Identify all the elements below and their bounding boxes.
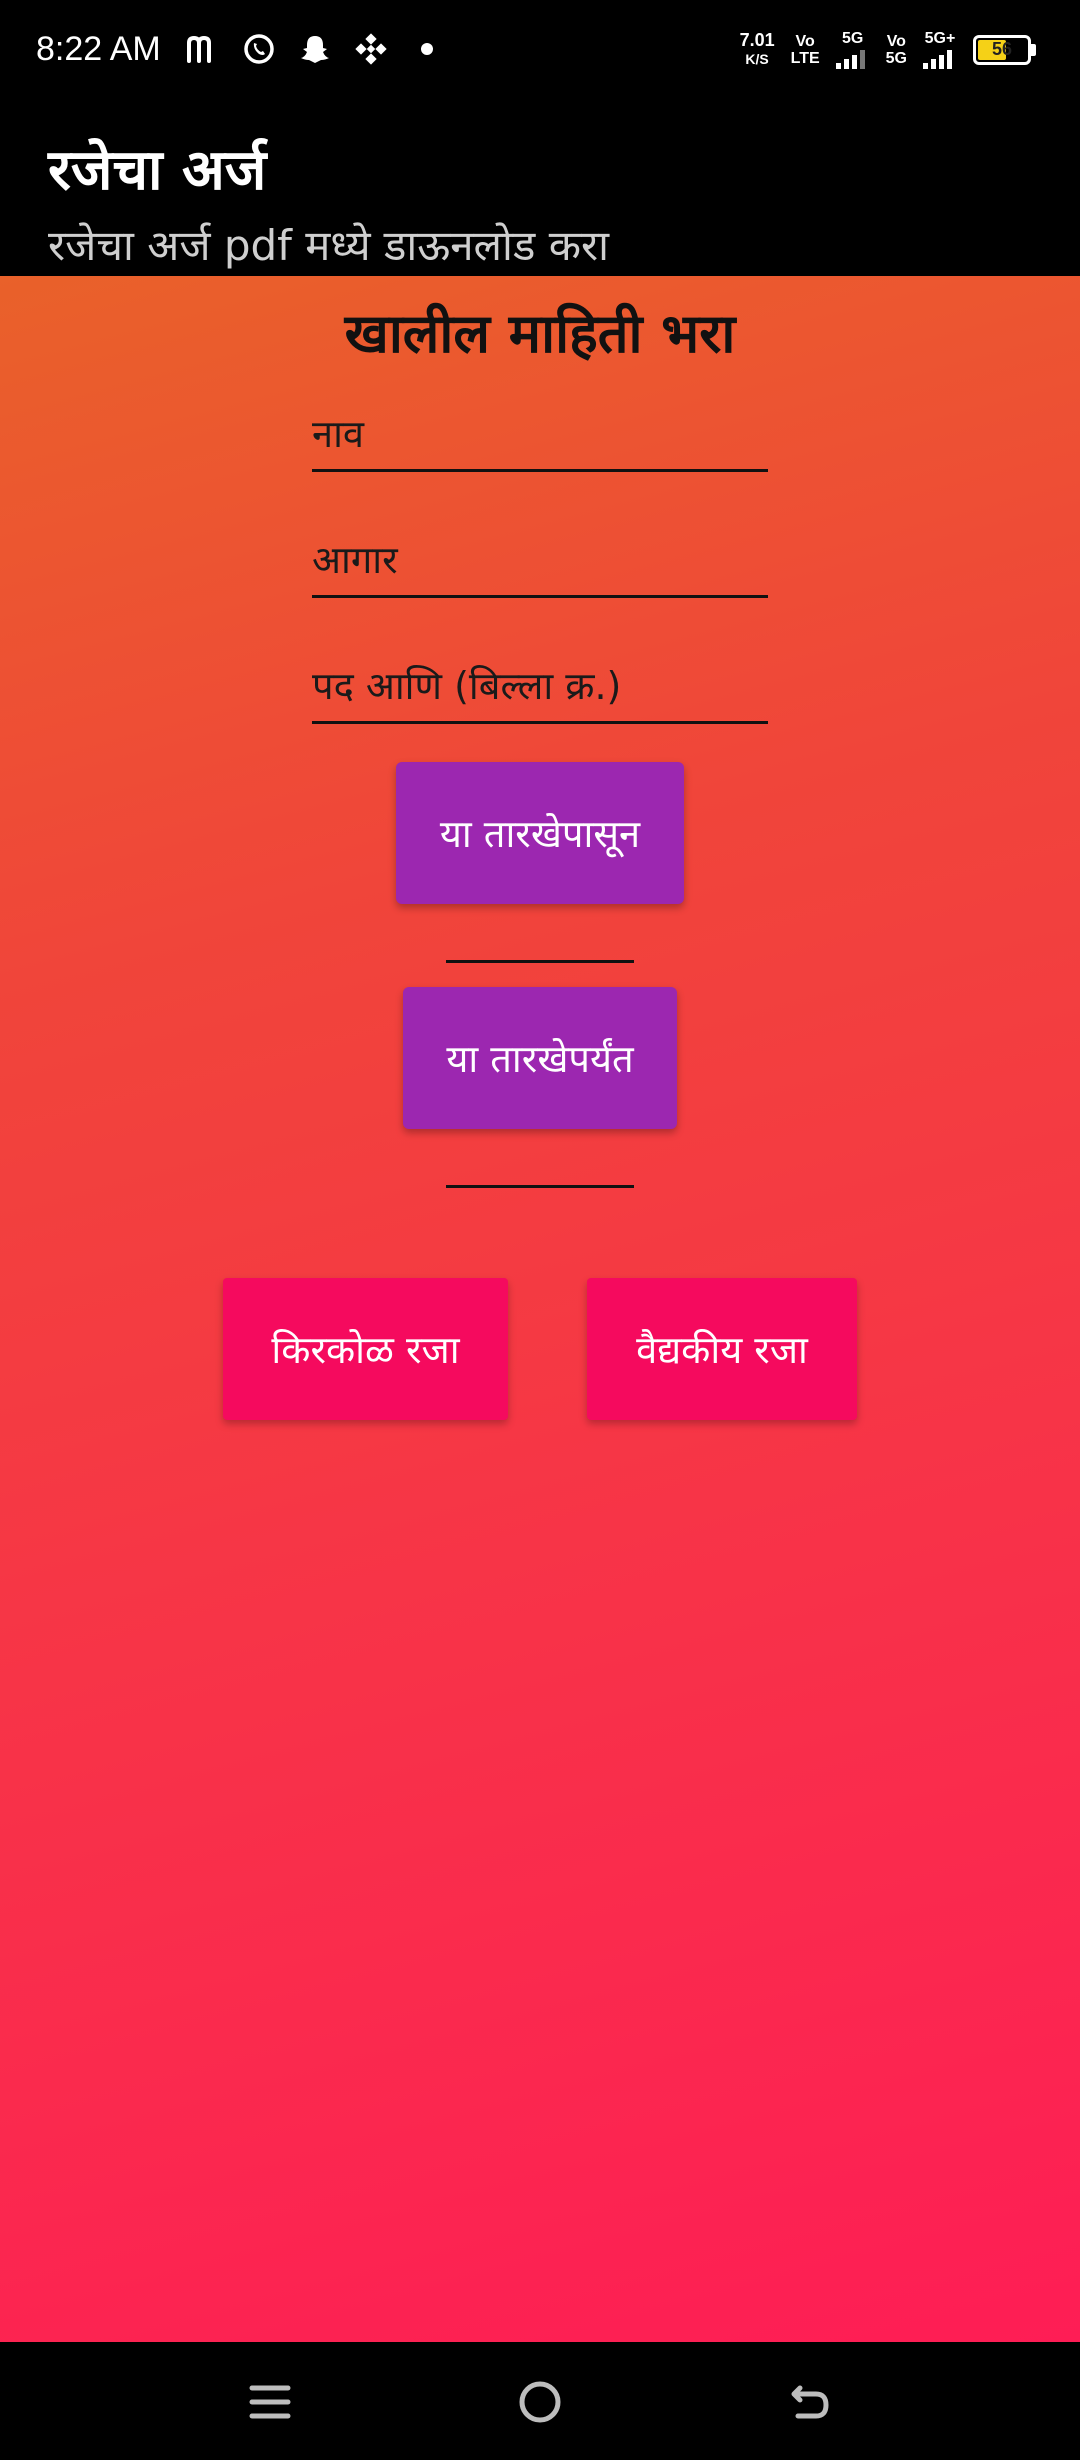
- network-speed: 7.01 K/S: [739, 29, 775, 69]
- to-date-button[interactable]: या तारखेपर्यंत: [403, 987, 677, 1129]
- battery-group: 56: [973, 34, 1036, 65]
- depot-field[interactable]: [312, 524, 768, 598]
- sim1-volte-label: Vo LTE: [791, 33, 820, 67]
- back-icon[interactable]: [778, 2370, 842, 2434]
- from-date-value-line: [446, 960, 634, 963]
- sim1-label-top: Vo: [795, 32, 815, 50]
- network-speed-value: 7.01: [739, 29, 775, 50]
- network-speed-unit: K/S: [745, 50, 769, 67]
- app-title: रजेचा अर्ज: [48, 138, 267, 203]
- sim1-signal: 5G: [835, 30, 870, 69]
- screen: 8:22 AM 7.01 K/S Vo LTE 5G Vo 5G 5G+ 56 …: [0, 0, 1080, 2460]
- status-bar: 8:22 AM 7.01 K/S Vo LTE 5G Vo 5G 5G+ 56: [0, 0, 1080, 110]
- status-right-group: 7.01 K/S Vo LTE 5G Vo 5G 5G+ 56: [740, 30, 1036, 69]
- from-date-button[interactable]: या तारखेपासून: [396, 762, 684, 904]
- sim2-signal: 5G+: [923, 30, 957, 69]
- form-container: खालील माहिती भरा या तारखेपासून या तारखेप…: [0, 276, 1080, 2342]
- snapchat-icon: [298, 32, 332, 66]
- form-heading: खालील माहिती भरा: [344, 302, 736, 365]
- app-bar: रजेचा अर्ज रजेचा अर्ज pdf मध्ये डाऊनलोड …: [0, 110, 1080, 276]
- post-badge-input[interactable]: [312, 650, 768, 721]
- signal-bars-icon: [835, 50, 865, 69]
- dot-icon: [410, 32, 444, 66]
- battery-icon: 56: [973, 34, 1031, 65]
- menu-icon[interactable]: [238, 2370, 302, 2434]
- sim1-net-type: 5G: [841, 30, 864, 47]
- medical-leave-button[interactable]: वैद्यकीय रजा: [587, 1278, 857, 1420]
- casual-leave-button[interactable]: किरकोळ रजा: [223, 1278, 508, 1420]
- sim1-label-bottom: LTE: [790, 49, 820, 67]
- battery-tip: [1031, 43, 1036, 56]
- name-field[interactable]: [312, 398, 768, 472]
- battery-level: 56: [991, 39, 1013, 59]
- name-input[interactable]: [312, 398, 768, 469]
- whatsapp-icon: [242, 32, 276, 66]
- status-time: 8:22 AM: [36, 30, 161, 68]
- signal-bars-icon: [923, 50, 952, 69]
- depot-input[interactable]: [312, 524, 768, 595]
- notification-icons: [186, 32, 444, 66]
- sim2-label-bottom: 5G: [885, 49, 907, 67]
- app-subtitle: रजेचा अर्ज pdf मध्ये डाऊनलोड करा: [48, 221, 610, 270]
- m-icon: [186, 32, 220, 66]
- post-field[interactable]: [312, 650, 768, 724]
- sim2-volte-label: Vo 5G: [886, 33, 907, 67]
- binance-icon: [354, 32, 388, 66]
- to-date-value-line: [446, 1185, 634, 1188]
- sim2-label-top: Vo: [886, 32, 906, 50]
- navigation-bar: [0, 2342, 1080, 2460]
- home-icon[interactable]: [508, 2370, 572, 2434]
- sim2-net-type: 5G+: [924, 30, 956, 47]
